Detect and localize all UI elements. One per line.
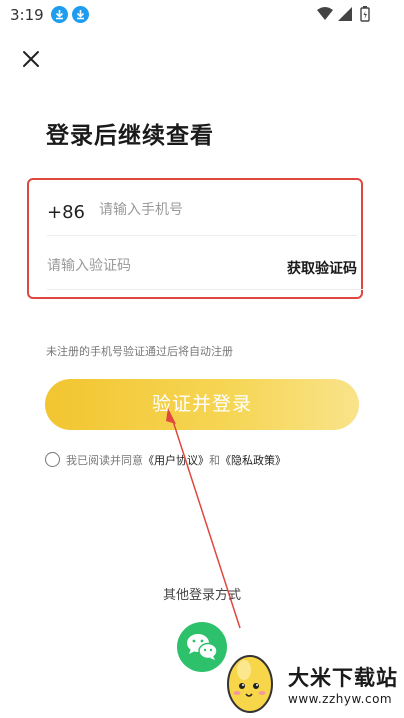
watermark-url: www.zzhyw.com — [288, 692, 393, 706]
rice-mascot-logo — [227, 655, 273, 713]
watermark: 大米下载站 www.zzhyw.com — [220, 636, 404, 718]
watermark-name: 大米下载站 — [288, 666, 398, 690]
other-login-title: 其他登录方式 — [162, 588, 241, 603]
annotation-arrow — [166, 408, 241, 629]
